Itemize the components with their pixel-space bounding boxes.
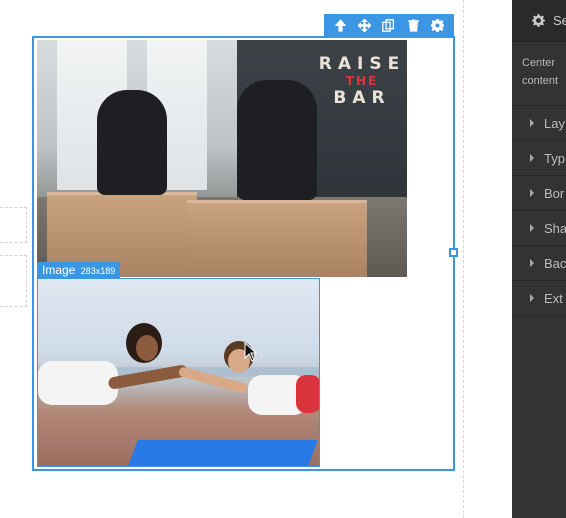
image-size-text: 283x189 <box>80 266 116 276</box>
selected-element-name: Center content <box>512 42 566 106</box>
move-button[interactable] <box>355 15 375 35</box>
wall-text-the: THE <box>345 74 379 88</box>
sector-label: Typ <box>544 150 565 166</box>
mouse-cursor-icon <box>244 342 258 362</box>
sector-layout[interactable]: Lay <box>512 106 566 141</box>
caret-right-icon <box>530 154 534 162</box>
trash-icon <box>408 18 419 32</box>
panel-header-label: Se <box>553 13 566 28</box>
ghost-block <box>0 207 27 243</box>
style-manager-panel: Se Center content Lay Typ Bor Sha Bac Ex… <box>512 0 566 518</box>
clone-icon <box>382 18 395 32</box>
settings-button[interactable] <box>428 15 448 35</box>
canvas-guide-line <box>463 0 464 518</box>
sector-extra[interactable]: Ext <box>512 281 566 316</box>
ghost-block <box>0 255 27 307</box>
move-icon <box>358 18 372 32</box>
sector-label: Ext <box>544 290 563 306</box>
wall-text-bar: BAR <box>333 88 391 108</box>
caret-right-icon <box>530 294 534 302</box>
wall-text-raise: RAISE <box>318 54 406 74</box>
sector-label: Bac <box>544 255 566 271</box>
sector-label: Sha <box>544 220 566 236</box>
resize-handle[interactable] <box>449 248 458 257</box>
sector-label: Lay <box>544 115 565 131</box>
caret-right-icon <box>530 259 534 267</box>
arrow-up-icon <box>334 18 346 32</box>
sector-background[interactable]: Bac <box>512 246 566 281</box>
caret-right-icon <box>530 189 534 197</box>
gym-box-jump-image[interactable]: RAISE THE BAR <box>37 40 407 277</box>
sector-typography[interactable]: Typ <box>512 141 566 176</box>
clone-button[interactable] <box>379 15 399 35</box>
settings-icon <box>532 14 545 27</box>
sector-shadow[interactable]: Sha <box>512 211 566 246</box>
delete-button[interactable] <box>403 15 423 35</box>
block-toolbar <box>324 14 454 36</box>
sector-label: Bor <box>544 185 565 201</box>
settings-icon <box>431 18 445 32</box>
caret-right-icon <box>530 224 534 232</box>
image-type-label: Image 283x189 <box>37 262 121 278</box>
panel-header[interactable]: Se <box>512 0 566 42</box>
image-label-text: Image <box>42 263 76 277</box>
pushup-high-five-image[interactable] <box>37 278 320 467</box>
select-parent-button[interactable] <box>330 15 350 35</box>
caret-right-icon <box>530 119 534 127</box>
sector-border[interactable]: Bor <box>512 176 566 211</box>
